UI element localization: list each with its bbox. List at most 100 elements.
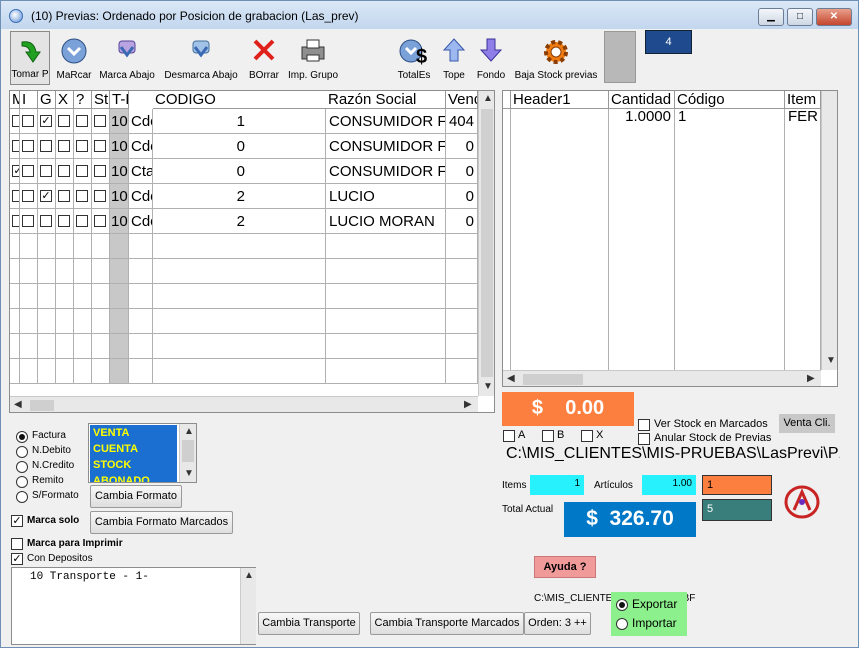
list-item[interactable]: CUENTA — [90, 441, 177, 457]
table-cell[interactable] — [785, 253, 821, 269]
table-cell[interactable]: Cdo. — [129, 109, 153, 134]
table-cell[interactable] — [675, 333, 785, 349]
row-checkbox[interactable] — [12, 190, 19, 202]
scroll-right-icon[interactable]: ▶ — [464, 399, 472, 410]
table-cell[interactable] — [56, 109, 74, 134]
table-cell[interactable] — [446, 259, 478, 284]
table-cell[interactable] — [20, 359, 38, 384]
table-cell[interactable]: 404 — [446, 109, 478, 134]
scroll-down-icon[interactable]: ▼ — [184, 468, 194, 479]
column-header[interactable]: Vend — [446, 91, 478, 109]
table-cell[interactable] — [446, 359, 478, 384]
fondo-button[interactable]: Fondo — [475, 31, 507, 85]
row-checkbox[interactable] — [40, 215, 52, 227]
table-cell[interactable]: 0 — [153, 134, 326, 159]
table-cell[interactable] — [56, 359, 74, 384]
column-header[interactable]: Razón Social — [326, 91, 446, 109]
cambia-formato-marcados-button[interactable]: Cambia Formato Marcados — [90, 511, 233, 534]
table-cell[interactable]: 2 — [153, 209, 326, 234]
row-checkbox[interactable] — [40, 140, 52, 152]
table-cell[interactable]: Cta. — [129, 159, 153, 184]
table-cell[interactable] — [56, 234, 74, 259]
table-cell[interactable] — [38, 259, 56, 284]
table-cell[interactable] — [511, 125, 609, 141]
scroll-thumb[interactable] — [182, 440, 194, 462]
table-cell[interactable] — [609, 205, 675, 221]
table-cell[interactable] — [503, 317, 511, 333]
table-cell[interactable] — [129, 259, 153, 284]
table-cell[interactable] — [38, 334, 56, 359]
column-header[interactable]: I — [20, 91, 38, 109]
row-checkbox[interactable] — [22, 215, 34, 227]
table-cell[interactable] — [74, 284, 92, 309]
table-cell[interactable]: LUCIO — [326, 184, 446, 209]
row-checkbox[interactable]: ✓ — [12, 165, 19, 177]
table-cell[interactable] — [503, 125, 511, 141]
scroll-up-icon[interactable]: ▲ — [244, 570, 254, 581]
orden-button[interactable]: Orden: 3 ++ — [524, 612, 591, 635]
scroll-thumb[interactable] — [30, 400, 54, 411]
table-cell[interactable] — [503, 109, 511, 125]
orange-field[interactable]: 1 — [702, 475, 772, 495]
table-cell[interactable] — [503, 141, 511, 157]
table-cell[interactable]: Cdo. — [129, 209, 153, 234]
borrar-button[interactable]: BOrrar — [246, 31, 282, 85]
table-cell[interactable] — [675, 349, 785, 365]
table-cell[interactable] — [56, 209, 74, 234]
table-cell[interactable] — [503, 333, 511, 349]
row-checkbox[interactable] — [12, 115, 19, 127]
scroll-down-icon[interactable]: ▼ — [826, 355, 836, 366]
table-cell[interactable] — [110, 234, 129, 259]
row-checkbox[interactable] — [58, 165, 70, 177]
table-cell[interactable] — [609, 141, 675, 157]
table-cell[interactable] — [511, 253, 609, 269]
ver-stock-checkbox[interactable] — [638, 419, 650, 431]
table-cell[interactable] — [609, 269, 675, 285]
row-checkbox[interactable] — [94, 165, 106, 177]
table-cell[interactable] — [675, 269, 785, 285]
table-cell[interactable] — [20, 209, 38, 234]
baja-stock-button[interactable]: Baja Stock previas — [511, 31, 601, 85]
table-cell[interactable] — [675, 285, 785, 301]
cambia-transporte-marcados-button[interactable]: Cambia Transporte Marcados — [370, 612, 524, 635]
row-checkbox[interactable] — [94, 190, 106, 202]
table-cell[interactable] — [153, 359, 326, 384]
table-cell[interactable] — [38, 284, 56, 309]
table-cell[interactable] — [609, 285, 675, 301]
table-cell[interactable] — [20, 109, 38, 134]
vertical-scrollbar[interactable]: ▲ ▼ — [179, 424, 196, 482]
table-cell[interactable] — [110, 334, 129, 359]
table-cell[interactable] — [92, 134, 110, 159]
transporte-textarea[interactable]: 10 Transporte - 1- ▲ — [11, 567, 256, 645]
table-cell[interactable] — [10, 134, 20, 159]
row-checkbox[interactable] — [40, 165, 52, 177]
table-cell[interactable] — [92, 334, 110, 359]
table-cell[interactable] — [38, 359, 56, 384]
table-cell[interactable] — [56, 309, 74, 334]
imp-grupo-button[interactable]: Imp. Grupo — [285, 31, 341, 85]
table-cell[interactable] — [511, 333, 609, 349]
ncredito-radio[interactable] — [16, 461, 28, 473]
table-cell[interactable] — [609, 349, 675, 365]
table-cell[interactable] — [153, 334, 326, 359]
check-x[interactable] — [581, 430, 593, 442]
table-cell[interactable] — [92, 284, 110, 309]
table-cell[interactable] — [56, 184, 74, 209]
row-checkbox[interactable] — [76, 140, 88, 152]
table-cell[interactable] — [511, 269, 609, 285]
table-cell[interactable] — [153, 284, 326, 309]
table-cell[interactable] — [110, 309, 129, 334]
table-cell[interactable]: LUCIO MORAN — [326, 209, 446, 234]
table-cell[interactable]: 0 — [446, 134, 478, 159]
table-cell[interactable]: Cdo. — [129, 184, 153, 209]
table-cell[interactable] — [446, 284, 478, 309]
table-cell[interactable] — [56, 259, 74, 284]
table-cell[interactable] — [326, 259, 446, 284]
table-cell[interactable] — [10, 334, 20, 359]
table-cell[interactable]: 10 — [110, 209, 129, 234]
check-b[interactable] — [542, 430, 554, 442]
table-cell[interactable] — [511, 349, 609, 365]
table-cell[interactable] — [503, 285, 511, 301]
table-cell[interactable] — [56, 134, 74, 159]
table-cell[interactable] — [446, 234, 478, 259]
